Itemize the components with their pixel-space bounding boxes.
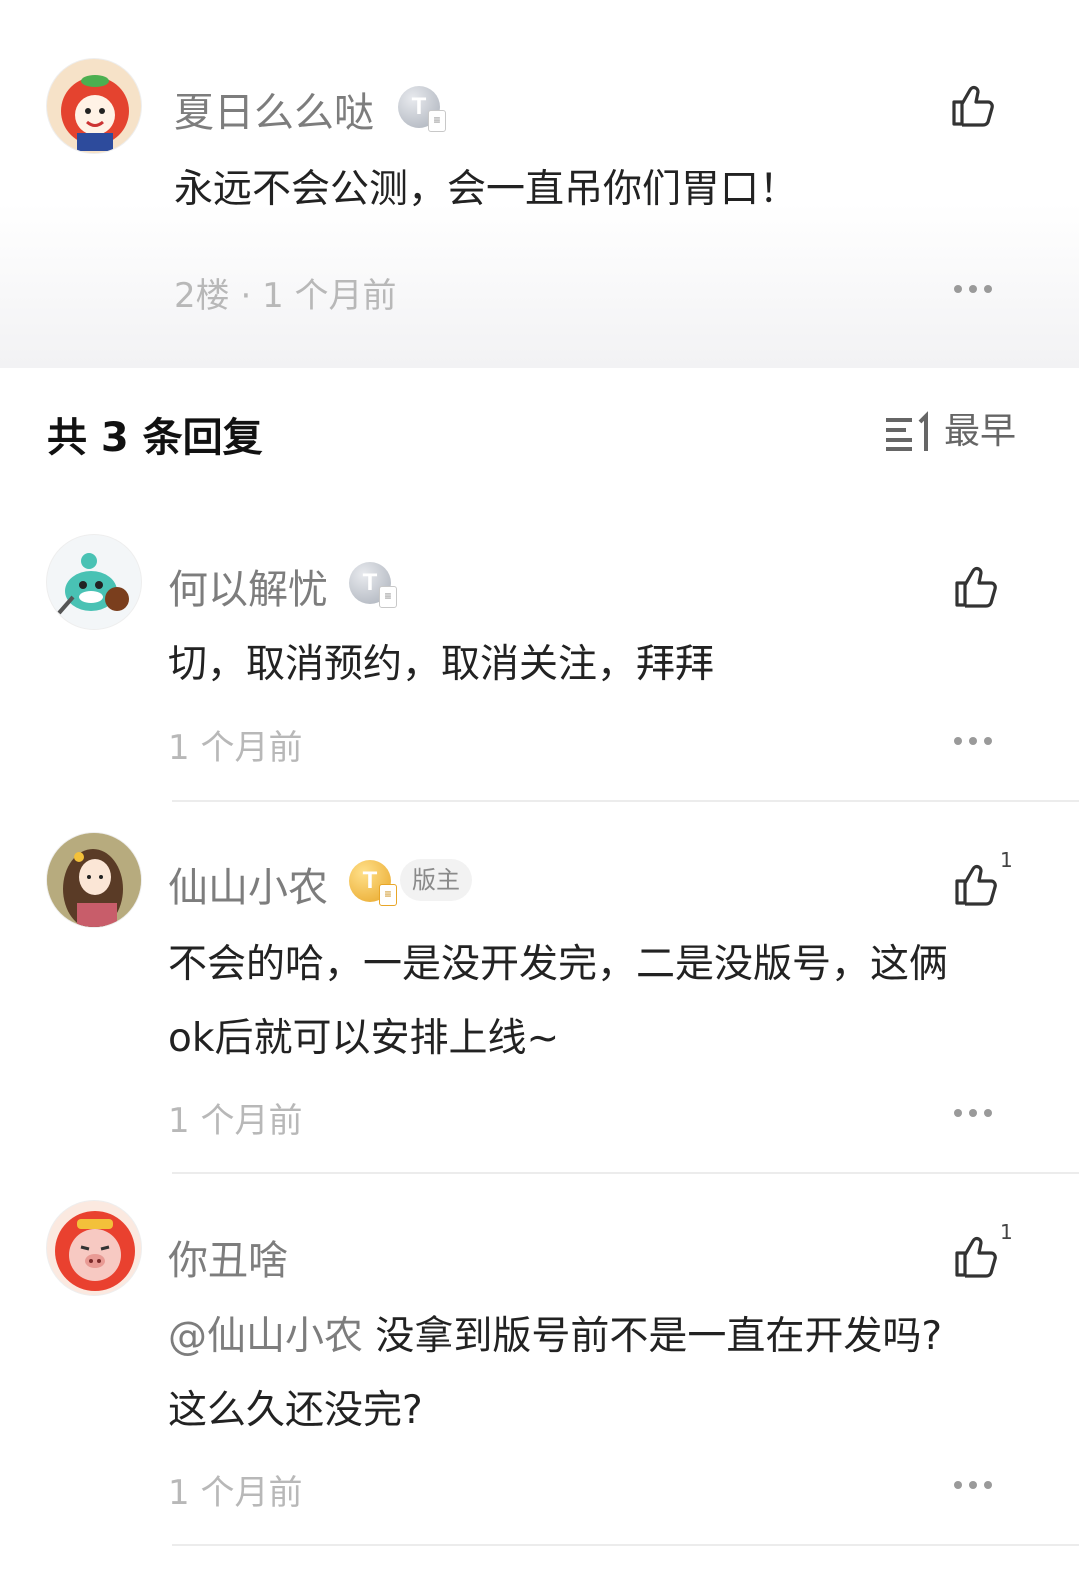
reply-time: 1 个月前 bbox=[168, 1473, 303, 1513]
moderator-tag: 版主 bbox=[400, 859, 472, 901]
divider bbox=[172, 800, 1079, 802]
sort-order-icon bbox=[886, 411, 928, 451]
username[interactable]: 你丑啥 bbox=[168, 1228, 288, 1286]
replies-count-title: 共 3 条回复 bbox=[47, 415, 263, 461]
avatar[interactable] bbox=[46, 534, 142, 630]
reply-text-line: 切，取消预约，取消关注，拜拜 bbox=[168, 642, 715, 687]
avatar-image bbox=[57, 553, 129, 615]
comment-text: 永远不会公测，会一直吊你们胃口！ bbox=[174, 167, 799, 212]
avatar-image bbox=[47, 833, 141, 927]
reply-text-line: 不会的哈，一是没开发完，二是没版号，这俩 bbox=[168, 942, 949, 987]
more-options-icon[interactable] bbox=[954, 1480, 992, 1490]
avatar-image bbox=[61, 75, 129, 151]
username[interactable]: 夏日么么哒 bbox=[174, 80, 374, 138]
like-thumbs-up-icon[interactable] bbox=[948, 82, 996, 130]
divider bbox=[172, 1544, 1079, 1546]
avatar[interactable] bbox=[46, 1200, 142, 1296]
user-mention-link[interactable]: @仙山小农 bbox=[168, 1314, 363, 1359]
like-count: 1 bbox=[1000, 1220, 1013, 1244]
parent-comment: 夏日么么哒 T ≡ 永远不会公测，会一直吊你们胃口！ 2楼 · 1 个月前 bbox=[0, 0, 1079, 368]
username[interactable]: 何以解忧 bbox=[168, 557, 328, 615]
level-badge-icon: T ≡ bbox=[349, 562, 397, 608]
sort-label: 最早 bbox=[944, 411, 1017, 452]
avatar[interactable] bbox=[46, 58, 142, 154]
more-options-icon[interactable] bbox=[954, 736, 992, 746]
level-badge-icon: T ≡ bbox=[349, 860, 397, 906]
reply-text: 没拿到版号前不是一直在开发吗? bbox=[375, 1314, 943, 1359]
username[interactable]: 仙山小农 bbox=[168, 855, 328, 913]
like-thumbs-up-icon[interactable] bbox=[951, 563, 999, 611]
more-options-icon[interactable] bbox=[954, 1108, 992, 1118]
comment-time: 1 个月前 bbox=[262, 276, 397, 316]
like-thumbs-up-icon[interactable] bbox=[951, 861, 999, 909]
reply-time: 1 个月前 bbox=[168, 728, 303, 768]
like-count: 1 bbox=[1000, 848, 1013, 872]
reply-time: 1 个月前 bbox=[168, 1101, 303, 1141]
reply-text-line: @仙山小农 没拿到版号前不是一直在开发吗? bbox=[168, 1300, 942, 1374]
level-badge-icon: T ≡ bbox=[398, 86, 446, 132]
reply-text-line: 这么久还没完? bbox=[168, 1388, 423, 1433]
comment-meta: 2楼 · 1 个月前 bbox=[174, 268, 397, 317]
divider bbox=[172, 1172, 1079, 1174]
avatar[interactable] bbox=[46, 832, 142, 928]
meta-separator: · bbox=[240, 276, 252, 316]
reply-text-line: ok后就可以安排上线~ bbox=[168, 1016, 560, 1061]
more-options-icon[interactable] bbox=[954, 284, 992, 294]
avatar-image bbox=[55, 1211, 135, 1291]
like-thumbs-up-icon[interactable] bbox=[951, 1233, 999, 1281]
floor-number: 2楼 bbox=[174, 276, 230, 316]
